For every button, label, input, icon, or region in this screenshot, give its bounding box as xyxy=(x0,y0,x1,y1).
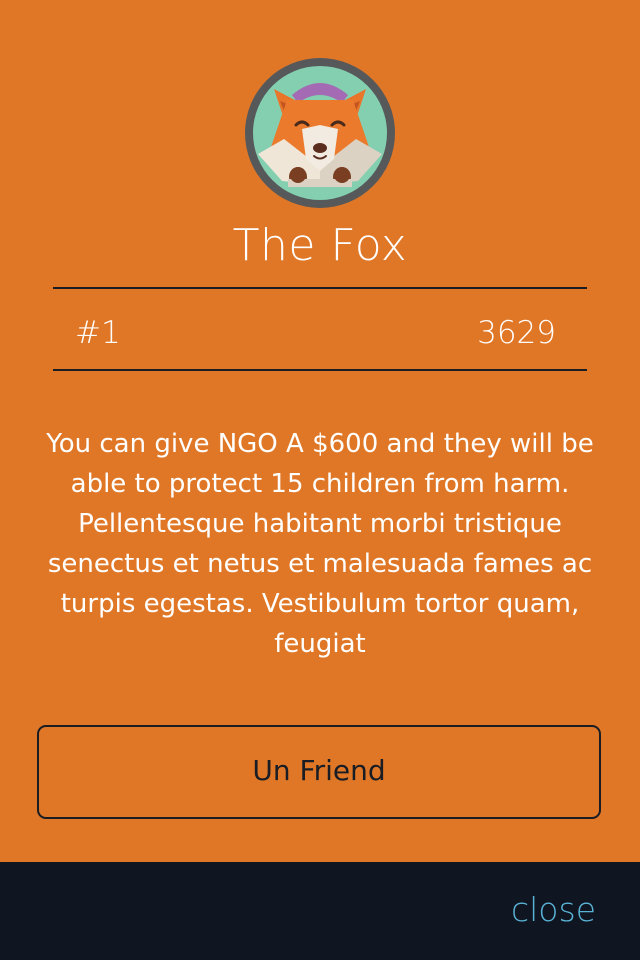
score-value: 3629 xyxy=(477,315,556,351)
divider-top xyxy=(53,287,587,289)
avatar xyxy=(242,55,398,211)
rank-value: #1 xyxy=(75,315,121,351)
divider-bottom xyxy=(53,369,587,371)
close-button[interactable]: close xyxy=(511,888,596,932)
footer-bar: close xyxy=(0,862,640,960)
description-text: You can give NGO A $600 and they will be… xyxy=(46,429,594,659)
profile-name: The Fox xyxy=(232,220,408,271)
unfriend-button[interactable]: Un Friend xyxy=(37,725,601,819)
unfriend-button-label: Un Friend xyxy=(252,753,386,787)
profile-card: The Fox #1 3629 You can give NGO A $600 … xyxy=(0,0,640,862)
fox-icon xyxy=(245,58,395,208)
